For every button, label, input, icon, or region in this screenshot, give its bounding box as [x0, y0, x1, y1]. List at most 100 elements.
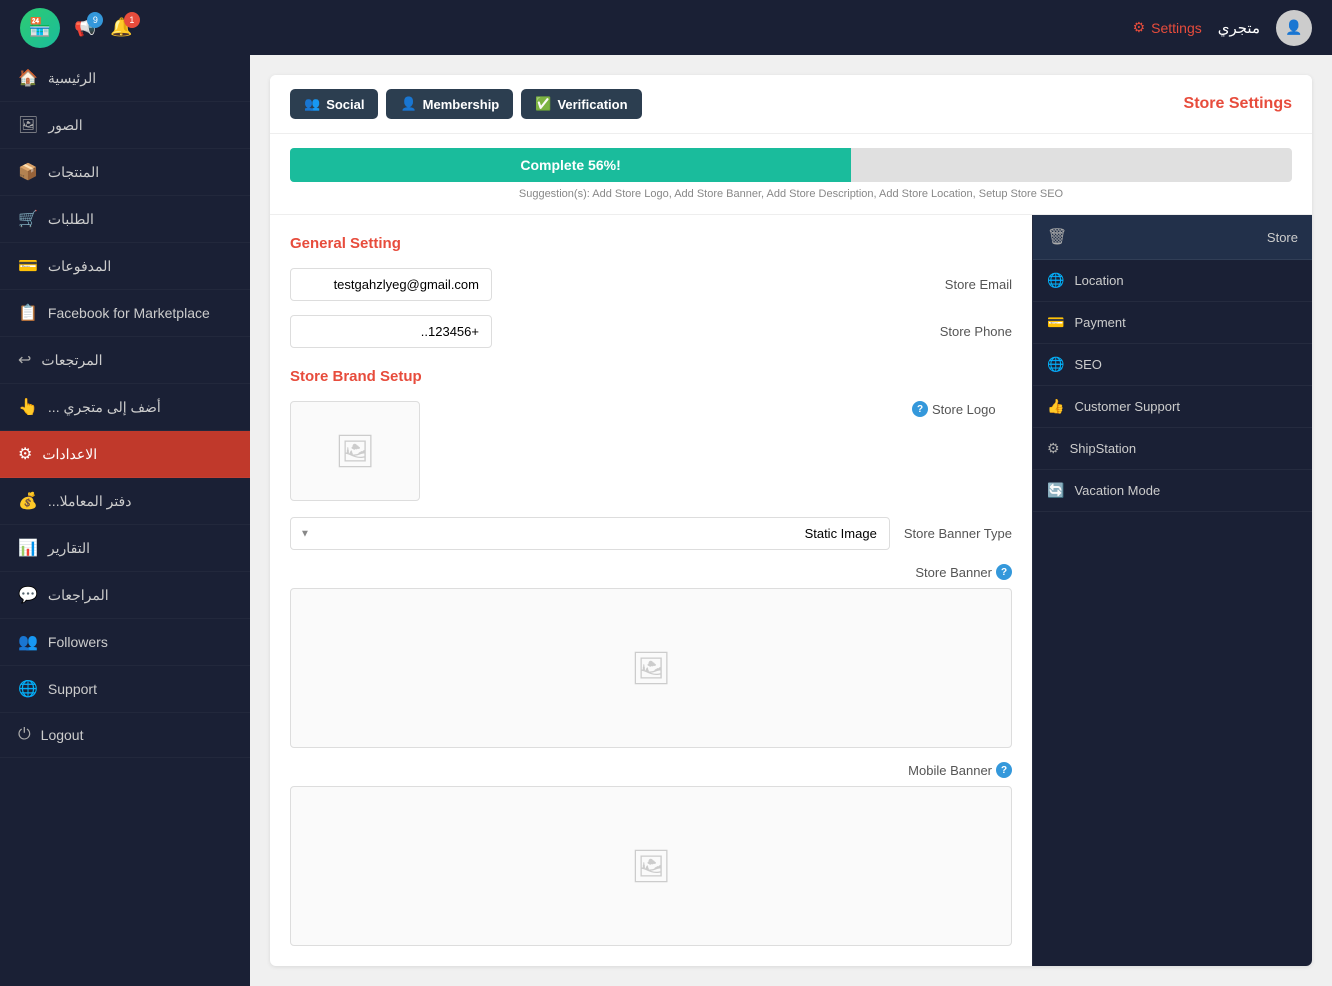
- campaign-button[interactable]: 📢 9: [74, 17, 96, 38]
- settings-card: 👥 Social 👤 Membership ✅ Verification Sto…: [270, 75, 1312, 966]
- logo-label: ? Store Logo: [912, 401, 1012, 417]
- topnav-left: 🏪 📢 9 🔔 1: [20, 8, 133, 48]
- logo-row: 🖼 ? Store Logo: [290, 401, 1012, 501]
- sidebar-item-logout[interactable]: Logout ⏻: [0, 713, 250, 758]
- sidebar-item-facebook[interactable]: Facebook for Marketplace 📋: [0, 290, 250, 337]
- sidebar-item-ledger[interactable]: دفتر المعاملا... 💰: [0, 478, 250, 525]
- sidebar-item-reports[interactable]: التقارير 📊: [0, 525, 250, 572]
- banner-type-row: Static Image ▼ Store Banner Type: [290, 517, 1012, 550]
- mobile-banner-info-icon: ?: [996, 762, 1012, 778]
- sidebar-item-returns[interactable]: المرتجعات ↩: [0, 337, 250, 384]
- sidebar-item-home[interactable]: الرئيسية 🏠: [0, 55, 250, 102]
- settings-card-header: 👥 Social 👤 Membership ✅ Verification Sto…: [270, 75, 1312, 134]
- phone-row: Store Phone: [290, 315, 1012, 348]
- general-section-title: General Setting: [290, 235, 1012, 252]
- progress-section: Complete 56%! Suggestion(s): Add Store L…: [270, 134, 1312, 215]
- email-label: Store Email: [912, 277, 1012, 292]
- mobile-banner-box[interactable]: 🖼: [290, 786, 1012, 946]
- membership-tab[interactable]: 👤 Membership: [386, 89, 513, 119]
- location-icon: 🌐: [1047, 272, 1064, 289]
- social-tab[interactable]: 👥 Social: [290, 89, 378, 119]
- submenu-trash-icon[interactable]: 🗑: [1047, 227, 1067, 247]
- brand-title: Store Brand Setup: [290, 368, 1012, 385]
- content-area: General Setting Store Email Store Phone: [270, 215, 1312, 966]
- submenu-label-customer-support: Customer Support: [1074, 399, 1180, 414]
- progress-bar-wrap: Complete 56%!: [290, 148, 1292, 182]
- settings-label: Settings: [1151, 20, 1202, 36]
- settings-gear-icon: ⚙: [18, 444, 32, 464]
- sidebar-label-support: Support: [48, 681, 97, 697]
- ledger-icon: 💰: [18, 491, 38, 511]
- payments-icon: 💳: [18, 256, 38, 276]
- orders-icon: 🛒: [18, 209, 38, 229]
- email-input[interactable]: [290, 268, 492, 301]
- shipstation-icon: ⚙: [1047, 440, 1060, 457]
- submenu-item-location[interactable]: Location 🌐: [1033, 260, 1312, 302]
- products-icon: 📦: [18, 162, 38, 182]
- email-row: Store Email: [290, 268, 1012, 301]
- settings-link[interactable]: Settings ⚙: [1133, 19, 1202, 36]
- sidebar-label-settings: الاعدادات: [42, 446, 97, 463]
- sidebar-item-reviews[interactable]: المراجعات 💬: [0, 572, 250, 619]
- sidebar-label-home: الرئيسية: [48, 70, 96, 87]
- add-icon: 👆: [18, 397, 38, 417]
- submenu-label-payment: Payment: [1074, 315, 1125, 330]
- store-banner-box[interactable]: 🖼: [290, 588, 1012, 748]
- sidebar-label-logout: Logout: [41, 727, 84, 743]
- banner-info-icon: ?: [996, 564, 1012, 580]
- mobile-banner-label: Mobile Banner ?: [290, 762, 1012, 778]
- sidebar-item-photos[interactable]: الصور 🖼: [0, 102, 250, 149]
- layout: الرئيسية 🏠 الصور 🖼 المنتجات 📦 الطلبات 🛒 …: [0, 55, 1332, 986]
- sidebar-item-support[interactable]: Support 🌐: [0, 666, 250, 713]
- user-name: متجري: [1218, 19, 1260, 37]
- sidebar-item-products[interactable]: المنتجات 📦: [0, 149, 250, 196]
- topnav: 🏪 📢 9 🔔 1 👤 متجري Settings ⚙: [0, 0, 1332, 55]
- verification-tab[interactable]: ✅ Verification: [521, 89, 641, 119]
- payment-icon: 💳: [1047, 314, 1064, 331]
- mobile-banner-placeholder-icon: 🖼: [631, 847, 672, 885]
- banner-type-label: Store Banner Type: [904, 526, 1012, 541]
- submenu-item-payment[interactable]: Payment 💳: [1033, 302, 1312, 344]
- submenu-item-vacation[interactable]: Vacation Mode 🔄: [1033, 470, 1312, 512]
- sidebar-item-followers[interactable]: Followers 👥: [0, 619, 250, 666]
- avatar-icon: 🏪: [29, 17, 51, 38]
- social-tab-label: Social: [326, 97, 364, 112]
- sidebar-label-reviews: المراجعات: [48, 587, 109, 604]
- submenu-header-title: Store: [1267, 230, 1298, 245]
- avatar: 🏪: [20, 8, 60, 48]
- banner-type-select-wrap: Static Image ▼: [290, 517, 890, 550]
- sidebar-label-add: أضف إلى متجري ...: [48, 399, 161, 416]
- user-avatar: 👤: [1276, 10, 1312, 46]
- logo-info-icon: ?: [912, 401, 928, 417]
- sidebar-label-products: المنتجات: [48, 164, 99, 181]
- store-banner-label: Store Banner ?: [290, 564, 1012, 580]
- sidebar-item-add[interactable]: أضف إلى متجري ... 👆: [0, 384, 250, 431]
- progress-fill: Complete 56%!: [290, 148, 851, 182]
- photos-icon: 🖼: [18, 115, 38, 135]
- notification-button[interactable]: 🔔 1: [110, 17, 132, 38]
- submenu-item-customer-support[interactable]: Customer Support 👍: [1033, 386, 1312, 428]
- tab-bar: 👥 Social 👤 Membership ✅ Verification: [290, 89, 642, 119]
- submenu-label-shipstation: ShipStation: [1070, 441, 1137, 456]
- reports-icon: 📊: [18, 538, 38, 558]
- phone-input[interactable]: [290, 315, 492, 348]
- submenu-item-seo[interactable]: SEO 🌐: [1033, 344, 1312, 386]
- sidebar-label-photos: الصور: [48, 117, 82, 134]
- progress-suggestion: Suggestion(s): Add Store Logo, Add Store…: [290, 188, 1292, 200]
- banner-type-select[interactable]: Static Image: [290, 517, 890, 550]
- logo-box[interactable]: 🖼: [290, 401, 420, 501]
- sidebar-label-ledger: دفتر المعاملا...: [48, 493, 132, 510]
- sidebar-item-payments[interactable]: المدفوعات 💳: [0, 243, 250, 290]
- submenu-item-shipstation[interactable]: ShipStation ⚙: [1033, 428, 1312, 470]
- submenu-label-seo: SEO: [1074, 357, 1101, 372]
- sidebar-item-settings[interactable]: الاعدادات ⚙: [0, 431, 250, 478]
- phone-label: Store Phone: [912, 324, 1012, 339]
- settings-icon: ⚙: [1133, 19, 1146, 36]
- support-icon: 🌐: [18, 679, 38, 699]
- notification-badge: 1: [124, 12, 140, 28]
- sidebar-item-orders[interactable]: الطلبات 🛒: [0, 196, 250, 243]
- banner-placeholder-icon: 🖼: [631, 649, 672, 687]
- sidebar-label-payments: المدفوعات: [48, 258, 111, 275]
- logo-placeholder-icon: 🖼: [335, 432, 376, 470]
- main-content: 👥 Social 👤 Membership ✅ Verification Sto…: [250, 55, 1332, 986]
